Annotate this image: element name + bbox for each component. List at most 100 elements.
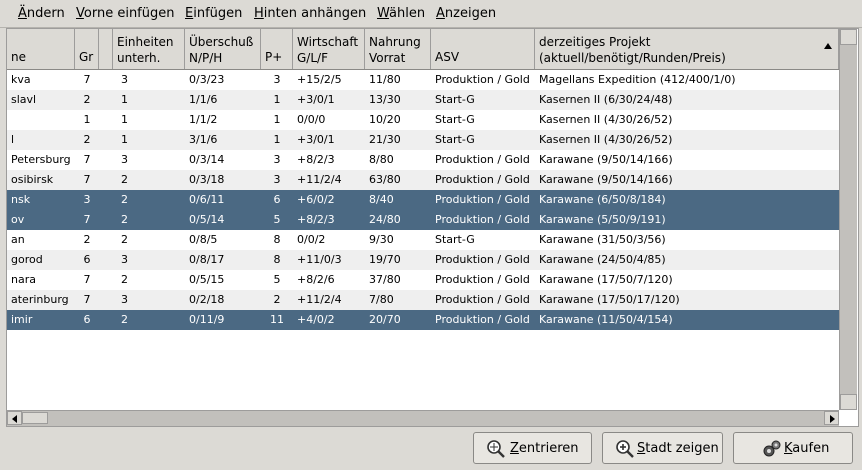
scroll-left-button[interactable] bbox=[7, 411, 22, 425]
table-header: ne Gr Einheiten unterh. Überschuß N/P/H P+ Wirt… bbox=[7, 29, 839, 70]
cell-name: nara bbox=[11, 273, 36, 286]
buy-button[interactable]: Kaufen bbox=[733, 432, 853, 464]
horizontal-scroll-thumb[interactable] bbox=[22, 412, 48, 424]
cell-surplus: 3/1/6 bbox=[189, 133, 218, 146]
cell-econ: +8/2/3 bbox=[297, 153, 335, 166]
cell-food: 37/80 bbox=[369, 273, 401, 286]
arrow-right-icon bbox=[830, 415, 835, 423]
column-header-line2: P+ bbox=[265, 50, 283, 64]
menu-mnemonic: E bbox=[185, 6, 194, 21]
table-row[interactable]: an 2 2 0/8/5 8 0/0/2 9/30 Start-G Karawane (31/5… bbox=[7, 230, 839, 250]
cell-surplus: 0/11/9 bbox=[189, 313, 225, 326]
cell-asv: Start-G bbox=[435, 93, 475, 106]
column-header-surplus[interactable]: Überschuß N/P/H bbox=[185, 29, 261, 69]
menu-vorne-einfügen[interactable]: Vorne einfügen bbox=[76, 6, 174, 21]
cell-econ: +11/2/4 bbox=[297, 173, 342, 186]
scroll-down-button[interactable] bbox=[840, 394, 857, 410]
cell-name: an bbox=[11, 233, 25, 246]
menu-ändern[interactable]: Ändern bbox=[18, 6, 65, 21]
cell-project: Karawane (5/50/9/191) bbox=[539, 213, 666, 226]
column-header-line1: Überschuß bbox=[189, 35, 254, 49]
column-header-line2: Gr bbox=[79, 50, 94, 64]
cell-surplus: 1/1/2 bbox=[189, 113, 218, 126]
table-row[interactable]: imir 6 2 0/11/9 11 +4/0/2 20/70 Produktion / Go… bbox=[7, 310, 839, 330]
cell-units: 2 bbox=[121, 313, 128, 326]
table-row[interactable]: osibirsk 7 2 0/3/18 3 +11/2/4 63/80 Produktion … bbox=[7, 170, 839, 190]
menu-mnemonic: V bbox=[76, 6, 84, 21]
table-row[interactable]: ov 7 2 0/5/14 5 +8/2/3 24/80 Produktion / Gold K… bbox=[7, 210, 839, 230]
vertical-scrollbar[interactable] bbox=[839, 29, 857, 410]
center-mnemonic: Z bbox=[510, 441, 519, 456]
zoom-center-icon bbox=[486, 439, 506, 459]
cell-asv: Produktion / Gold bbox=[435, 73, 530, 86]
center-button[interactable]: Zentrieren bbox=[473, 432, 592, 464]
cell-name: imir bbox=[11, 313, 33, 326]
horizontal-scrollbar[interactable] bbox=[7, 410, 839, 426]
cell-gr: 7 bbox=[83, 173, 91, 186]
cell-econ: +11/2/4 bbox=[297, 293, 342, 306]
menu-hinten-anhängen[interactable]: Hinten anhängen bbox=[254, 6, 366, 21]
column-header-governor[interactable]: ASV bbox=[431, 29, 535, 69]
buy-button-label: Kaufen bbox=[784, 441, 829, 456]
cell-project: Kasernen II (4/30/26/52) bbox=[539, 113, 673, 126]
cell-food: 8/80 bbox=[369, 153, 394, 166]
cell-asv: Produktion / Gold bbox=[435, 153, 530, 166]
cell-asv: Start-G bbox=[435, 233, 475, 246]
cell-pplus: 5 bbox=[273, 213, 281, 226]
cell-food: 63/80 bbox=[369, 173, 401, 186]
cell-gr: 6 bbox=[83, 313, 91, 326]
column-header-economy[interactable]: Wirtschaft G/L/F bbox=[293, 29, 365, 69]
table-row[interactable]: nsk 3 2 0/6/11 6 +6/0/2 8/40 Produktion / Gold K… bbox=[7, 190, 839, 210]
cell-food: 21/30 bbox=[369, 133, 401, 146]
column-header-size[interactable]: Gr bbox=[75, 29, 99, 69]
column-header-line2: G/L/F bbox=[297, 51, 328, 65]
menu-label-rest: ndern bbox=[26, 6, 65, 21]
table-row[interactable]: nara 7 2 0/5/15 5 +8/2/6 37/80 Produktion / Gol… bbox=[7, 270, 839, 290]
menu-wählen[interactable]: Wählen bbox=[377, 6, 425, 21]
menu-mnemonic: H bbox=[254, 6, 264, 21]
cell-name: gorod bbox=[11, 253, 43, 266]
column-header-food[interactable]: Nahrung Vorrat bbox=[365, 29, 431, 69]
cell-units: 2 bbox=[121, 173, 128, 186]
column-header-units[interactable]: Einheiten unterh. bbox=[113, 29, 185, 69]
cell-food: 9/30 bbox=[369, 233, 394, 246]
table-row[interactable]: l 2 1 3/1/6 1 +3/0/1 21/30 Start-G Kasernen II (… bbox=[7, 130, 839, 150]
center-label-rest: entrieren bbox=[518, 441, 579, 456]
menu-label-rest: nzeigen bbox=[444, 6, 497, 21]
column-header-production[interactable]: P+ bbox=[261, 29, 293, 69]
menu-mnemonic: W bbox=[377, 6, 390, 21]
cell-units: 1 bbox=[121, 133, 128, 146]
cell-econ: +3/0/1 bbox=[297, 133, 335, 146]
table-row[interactable]: Petersburg 7 3 0/3/14 3 +8/2/3 8/80 Produktion … bbox=[7, 150, 839, 170]
show-city-button[interactable]: Stadt zeigen bbox=[602, 432, 723, 464]
cell-food: 11/80 bbox=[369, 73, 401, 86]
cell-gr: 7 bbox=[83, 273, 91, 286]
column-header-name[interactable]: ne bbox=[7, 29, 75, 69]
scroll-up-button[interactable] bbox=[840, 29, 857, 45]
menu-einfügen[interactable]: Einfügen bbox=[185, 6, 242, 21]
table-row[interactable]: kva 7 3 0/3/23 3 +15/2/5 11/80 Produktion / Gol… bbox=[7, 70, 839, 90]
cell-surplus: 0/2/18 bbox=[189, 293, 225, 306]
cell-units: 1 bbox=[121, 113, 128, 126]
table-row[interactable]: gorod 6 3 0/8/17 8 +11/0/3 19/70 Produktion / G… bbox=[7, 250, 839, 270]
zoom-in-icon bbox=[615, 439, 635, 459]
column-header-line1: Einheiten bbox=[117, 35, 174, 49]
scroll-right-button[interactable] bbox=[824, 411, 839, 425]
cell-surplus: 0/5/15 bbox=[189, 273, 225, 286]
column-header-line1: derzeitiges Projekt bbox=[539, 35, 651, 49]
show-city-label-rest: tadt zeigen bbox=[645, 441, 719, 456]
column-header-project[interactable]: derzeitiges Projekt (aktuell/benötigt/Run… bbox=[535, 29, 839, 69]
cell-asv: Produktion / Gold bbox=[435, 193, 530, 206]
table-row[interactable]: aterinburg 7 3 0/2/18 2 +11/2/4 7/80 Produktion… bbox=[7, 290, 839, 310]
cell-econ: 0/0/0 bbox=[297, 113, 326, 126]
cell-surplus: 0/6/11 bbox=[189, 193, 225, 206]
table-row[interactable]: slavl 2 1 1/1/6 1 +3/0/1 13/30 Start-G Kasernen … bbox=[7, 90, 839, 110]
cell-asv: Produktion / Gold bbox=[435, 273, 530, 286]
cell-project: Karawane (24/50/4/85) bbox=[539, 253, 666, 266]
cell-name bbox=[7, 110, 75, 130]
column-header-blank[interactable] bbox=[99, 29, 113, 69]
cell-units: 2 bbox=[121, 273, 128, 286]
table-row[interactable]: 1 1 1/1/2 1 0/0/0 10/20 Start-G Kasernen II (4/… bbox=[7, 110, 839, 130]
cell-project: Karawane (17/50/7/120) bbox=[539, 273, 673, 286]
menu-anzeigen[interactable]: Anzeigen bbox=[436, 6, 496, 21]
